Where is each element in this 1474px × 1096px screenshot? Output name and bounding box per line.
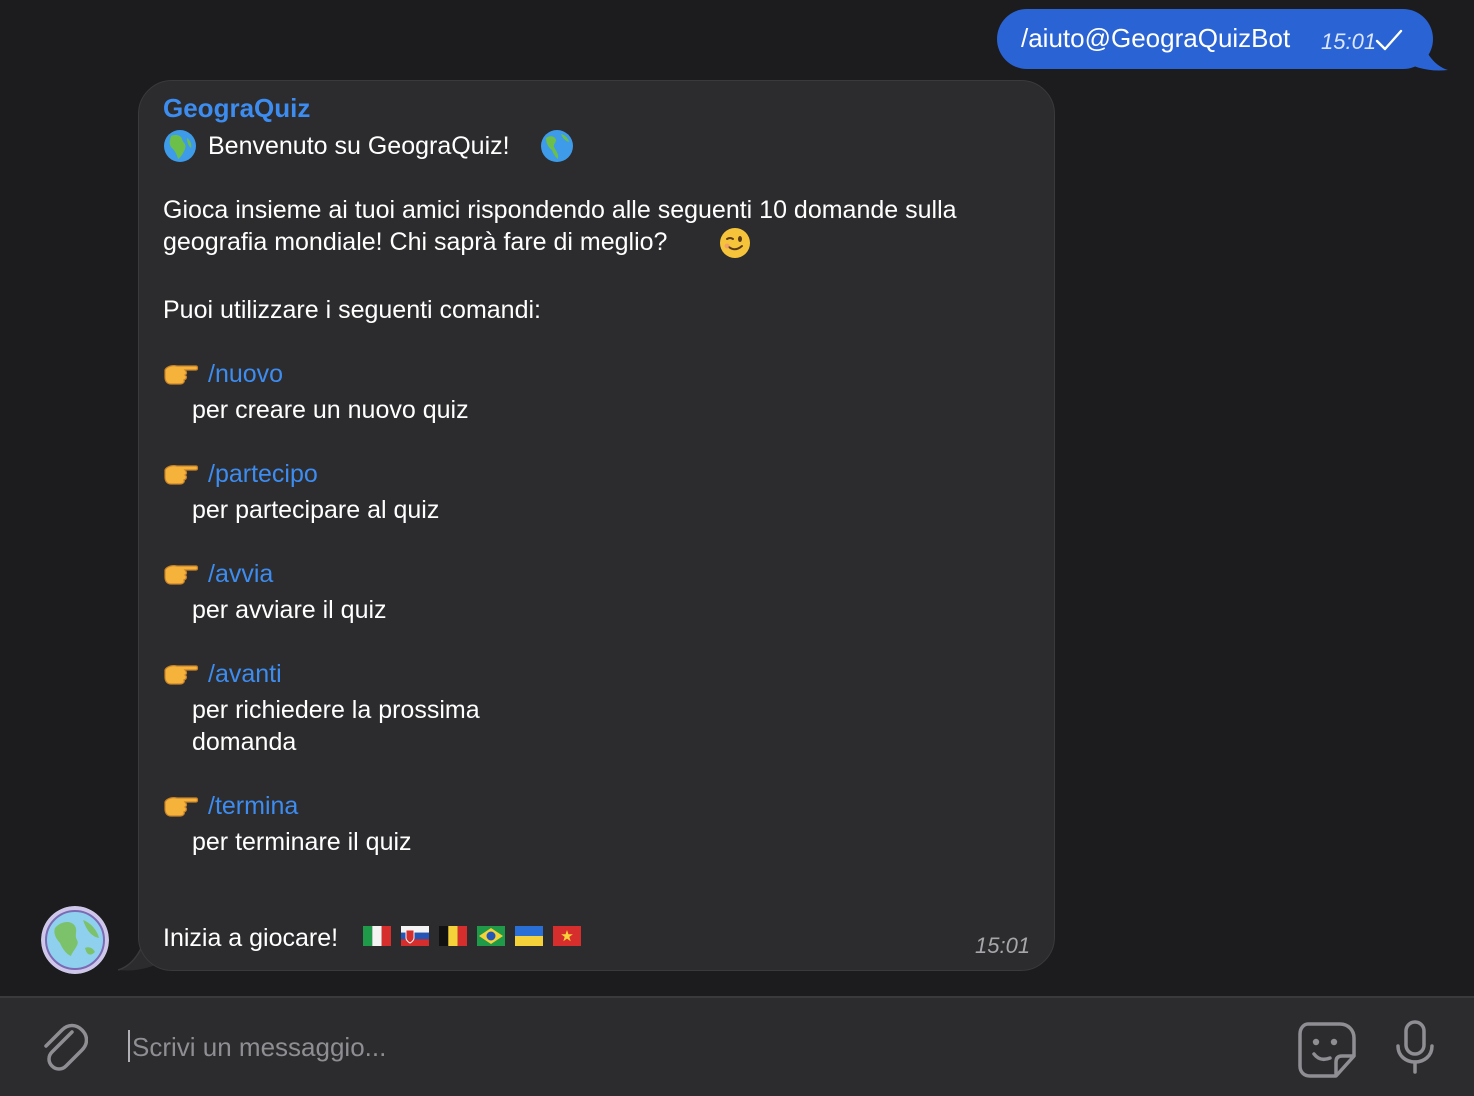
- microphone-icon[interactable]: [1392, 1020, 1438, 1076]
- paperclip-icon[interactable]: [36, 1018, 88, 1074]
- command-description: per partecipare al quiz: [192, 496, 440, 524]
- outgoing-message-bubble[interactable]: /aiuto@GeograQuizBot 15:01: [997, 9, 1433, 69]
- bot-avatar[interactable]: [41, 906, 109, 974]
- text-cursor: [128, 1030, 130, 1062]
- italy-flag-icon: [363, 926, 391, 946]
- belgium-flag-icon: [439, 926, 467, 946]
- winking-face-emoji-icon: [720, 228, 750, 258]
- command-link-partecipo[interactable]: /partecipo: [208, 460, 318, 489]
- command-link-nuovo[interactable]: /nuovo: [208, 360, 283, 389]
- outgoing-message-text: /aiuto@GeograQuizBot: [1021, 23, 1291, 53]
- command-description: per richiedere la prossima: [192, 696, 480, 724]
- command-description: per terminare il quiz: [192, 828, 412, 856]
- footer-text: Inizia a giocare!: [163, 924, 339, 952]
- command-link-termina[interactable]: /termina: [208, 792, 298, 821]
- sticker-icon[interactable]: [1296, 1020, 1358, 1080]
- incoming-message-time: 15:01: [975, 933, 1031, 958]
- incoming-message-bubble[interactable]: GeograQuiz Benvenuto su GeograQuiz! Gioc…: [138, 80, 1055, 971]
- command-description: per avviare il quiz: [192, 596, 387, 624]
- message-input-placeholder: Scrivi un messaggio...: [132, 1032, 387, 1062]
- command-description-continued: domanda: [192, 728, 297, 756]
- message-input-field[interactable]: Scrivi un messaggio...: [128, 1020, 1228, 1070]
- commands-header: Puoi utilizzare i seguenti comandi:: [163, 296, 541, 324]
- ukraine-flag-icon: [515, 926, 543, 946]
- command-link-avvia[interactable]: /avvia: [208, 560, 273, 589]
- command-link-avanti[interactable]: /avanti: [208, 660, 282, 689]
- pointing-right-emoji-icon: [164, 797, 199, 817]
- intro-text-line1: Gioca insieme ai tuoi amici rispondendo …: [163, 196, 957, 224]
- welcome-text: Benvenuto su GeograQuiz!: [208, 132, 510, 160]
- pointing-right-emoji-icon: [164, 365, 199, 385]
- pointing-right-emoji-icon: [164, 665, 199, 685]
- command-description: per creare un nuovo quiz: [192, 396, 469, 424]
- globe-americas-emoji-icon: [541, 130, 573, 162]
- outgoing-message-time: 15:01: [1321, 29, 1377, 54]
- message-input-bar: Scrivi un messaggio...: [0, 996, 1474, 1096]
- brazil-flag-icon: [477, 926, 505, 946]
- sender-name[interactable]: GeograQuiz: [163, 93, 310, 124]
- intro-text-line2: geografia mondiale! Chi saprà fare di me…: [163, 228, 668, 256]
- pointing-right-emoji-icon: [164, 565, 199, 585]
- chat-area: /aiuto@GeograQuizBot 15:01 GeograQuiz Be…: [0, 0, 1474, 996]
- pointing-right-emoji-icon: [164, 465, 199, 485]
- checkmark-icon: [1375, 29, 1403, 51]
- slovakia-flag-icon: [401, 926, 429, 946]
- globe-africa-emoji-icon: [164, 130, 196, 162]
- vietnam-flag-icon: [553, 926, 581, 946]
